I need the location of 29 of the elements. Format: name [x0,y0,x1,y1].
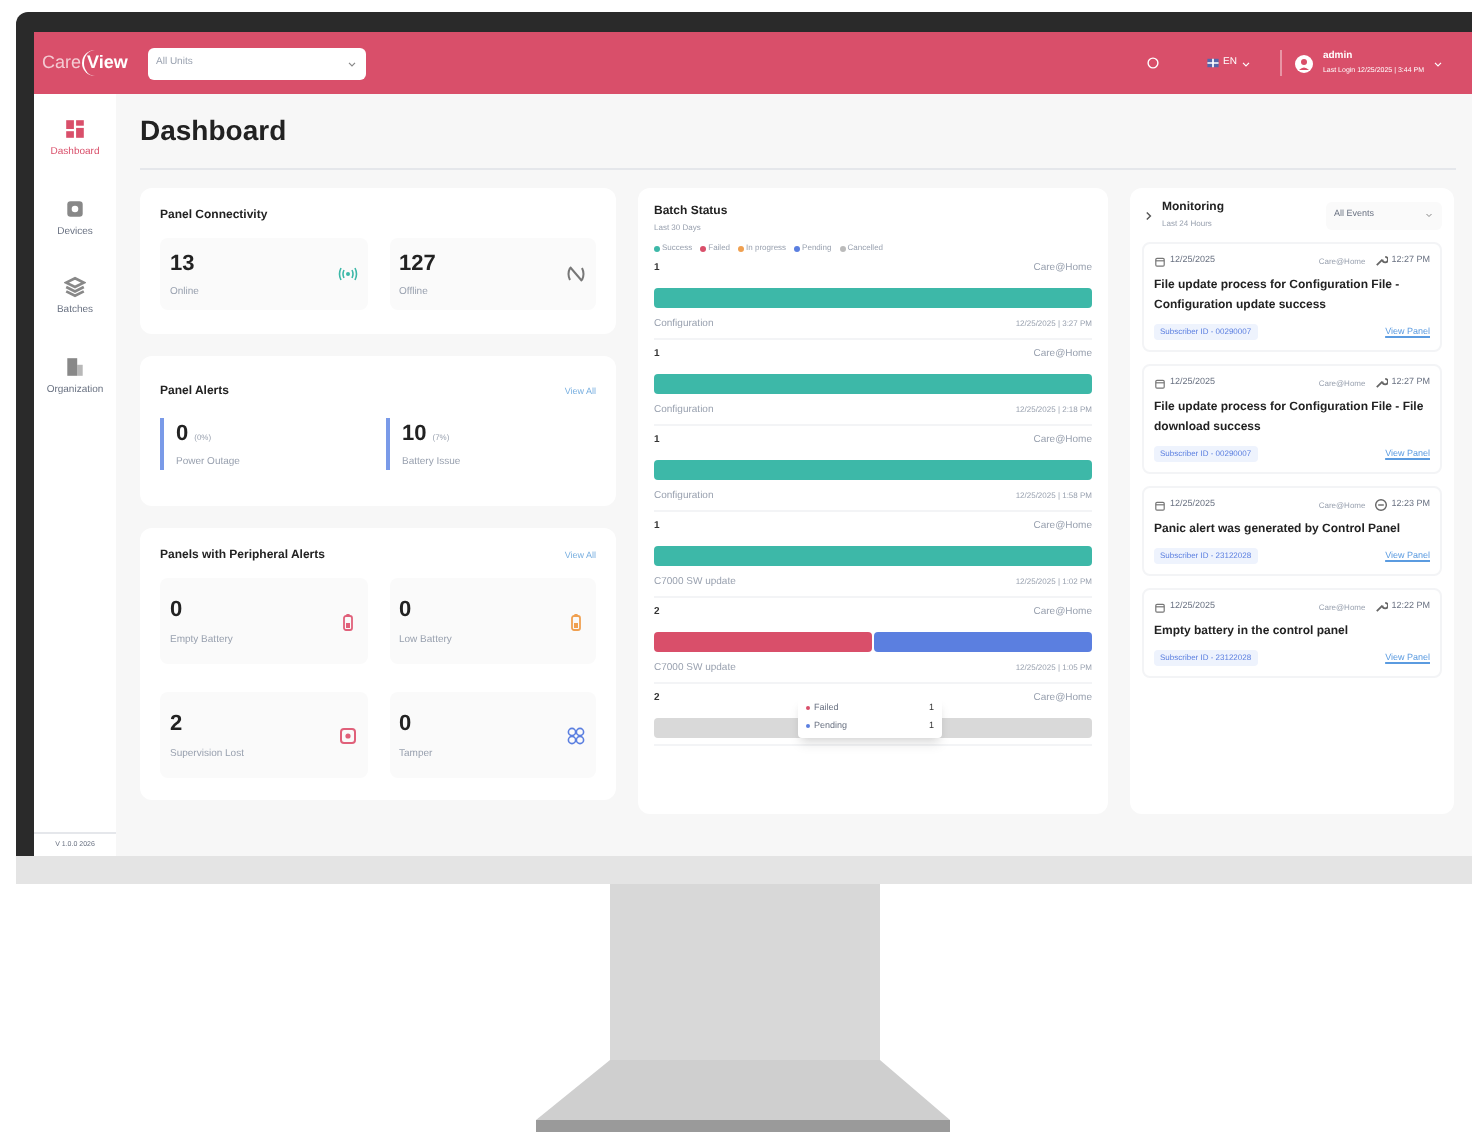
stat-value: 0 [170,596,185,626]
stat-value: 127 [399,249,436,279]
page-title: Dashboard [140,112,287,150]
caret-icon [346,57,358,69]
caret-icon [1432,57,1444,69]
stat-value: 10 [402,420,427,450]
stat-value: 2 [170,710,185,740]
stat-value: 13 [170,249,197,279]
flag-icon [1205,56,1220,70]
caret-icon [1240,57,1253,69]
calendar-icon [1154,601,1166,613]
bell-icon [1145,55,1160,69]
stat-value: 0 [399,710,414,740]
device-icon [64,197,86,219]
calendar-icon [1154,377,1166,389]
grid-icon [64,118,86,140]
stat-value: 0 [399,596,414,626]
avatar-icon [1294,53,1315,73]
caret-icon [1424,210,1434,220]
stat-value: 0 [176,420,189,450]
chevron-icon [1142,209,1154,221]
logo-text: Care [42,49,82,76]
layers-icon [64,276,86,298]
logo-text: View [81,49,128,77]
building-icon [64,355,86,377]
notification-button[interactable] [1145,55,1162,71]
calendar-icon [1154,499,1166,511]
alert-icon [1373,498,1388,512]
calendar-icon [1154,255,1166,267]
